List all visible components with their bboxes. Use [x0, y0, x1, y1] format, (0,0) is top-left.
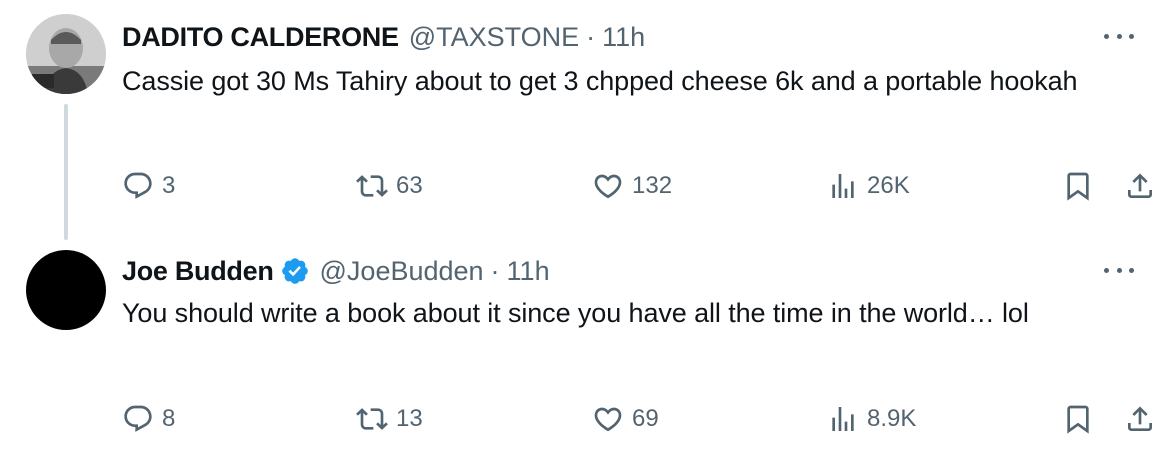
reply-button[interactable]: 3 [122, 166, 175, 206]
heart-icon [594, 407, 622, 432]
heart-icon [594, 174, 622, 199]
retweet-button[interactable]: 63 [356, 166, 423, 206]
separator-dot: · [586, 21, 596, 52]
retweet-icon [356, 175, 388, 197]
bookmark-button[interactable] [1062, 166, 1094, 206]
retweet-count: 13 [396, 405, 423, 432]
more-icon[interactable] [1104, 24, 1134, 48]
tweet-header: DADITO CALDERONE @TAXSTONE · 11h [122, 17, 645, 57]
tweet-header: Joe Budden @JoeBudden · 11h [122, 251, 550, 291]
share-icon [1128, 173, 1152, 198]
views-icon [832, 174, 854, 198]
like-count: 132 [632, 172, 673, 199]
tweet[interactable]: DADITO CALDERONE @TAXSTONE · 11h Cassie … [0, 0, 1162, 240]
reply-button[interactable]: 8 [122, 399, 175, 439]
user-handle[interactable]: @JoeBudden [320, 256, 484, 287]
avatar[interactable] [26, 14, 106, 94]
reply-icon [124, 172, 152, 199]
views-count: 26K [867, 172, 910, 199]
views-count: 8.9K [867, 405, 917, 432]
display-name[interactable]: DADITO CALDERONE [122, 22, 399, 53]
share-icon [1128, 406, 1152, 431]
bookmark-button[interactable] [1062, 399, 1094, 439]
reply-icon [124, 405, 152, 432]
views-icon [832, 407, 854, 431]
tweet-text: Cassie got 30 Ms Tahiry about to get 3 c… [122, 66, 1078, 96]
retweet-count: 63 [396, 172, 423, 199]
timestamp[interactable]: 11h [507, 256, 550, 287]
user-handle[interactable]: @TAXSTONE [409, 22, 579, 53]
avatar-photo [26, 14, 106, 94]
like-button[interactable]: 132 [592, 166, 672, 206]
views-button[interactable]: 26K [827, 166, 910, 206]
reply-count: 3 [162, 172, 176, 199]
share-button[interactable] [1124, 399, 1156, 439]
separator-dot: · [490, 255, 500, 286]
like-button[interactable]: 69 [592, 399, 659, 439]
action-bar: 3 63 132 26K [0, 166, 1162, 206]
views-button[interactable]: 8.9K [827, 399, 916, 439]
tweet[interactable]: Joe Budden @JoeBudden · 11h You should w… [0, 236, 1162, 456]
retweet-button[interactable]: 13 [356, 399, 423, 439]
action-bar: 8 13 69 8.9K [0, 399, 1162, 439]
display-name[interactable]: Joe Budden [122, 256, 274, 287]
avatar[interactable] [26, 250, 106, 330]
verified-badge-icon[interactable] [280, 256, 310, 286]
tweet-text: You should write a book about it since y… [122, 298, 1029, 328]
bookmark-icon [1067, 172, 1089, 201]
retweet-icon [356, 408, 388, 430]
timestamp[interactable]: 11h [602, 22, 645, 53]
like-count: 69 [632, 405, 659, 432]
share-button[interactable] [1124, 166, 1156, 206]
reply-count: 8 [162, 405, 176, 432]
bookmark-icon [1067, 405, 1089, 434]
more-icon[interactable] [1104, 258, 1134, 282]
